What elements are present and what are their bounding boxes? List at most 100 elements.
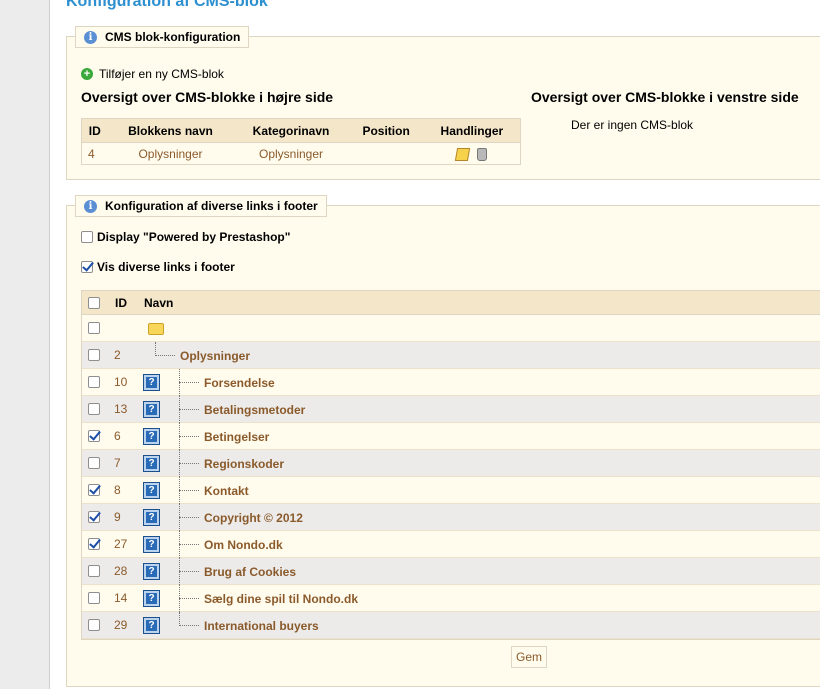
cms-page-icon: ? — [143, 428, 160, 445]
page-checkbox[interactable] — [88, 430, 100, 442]
col-actions: Handlinger — [423, 118, 521, 143]
page-id: 13 — [114, 402, 128, 416]
page-checkbox[interactable] — [88, 619, 100, 631]
list-item[interactable]: 10? Forsendelse — [82, 369, 820, 396]
tree-connector — [179, 571, 199, 572]
add-icon: + — [81, 68, 93, 80]
show-links-checkbox[interactable] — [81, 261, 93, 273]
powered-by-option[interactable]: Display "Powered by Prestashop" — [81, 230, 290, 244]
tree-connector — [179, 598, 199, 599]
page-label[interactable]: Copyright © 2012 — [204, 511, 303, 525]
col-position: Position — [348, 118, 424, 143]
page-id: 29 — [114, 618, 128, 632]
page-id: 14 — [114, 591, 128, 605]
page-label[interactable]: Betingelser — [204, 430, 269, 444]
edit-icon[interactable] — [455, 147, 471, 161]
cms-block-config-panel: i CMS blok-konfiguration + Tilføjer en n… — [66, 26, 820, 180]
powered-by-label: Display "Powered by Prestashop" — [97, 230, 291, 244]
footer-config-legend-text: Konfiguration af diverse links i footer — [105, 199, 318, 213]
tree-page-rows: 10? Forsendelse 13? Betalingsmetoder 6? Betin… — [82, 369, 820, 639]
cms-config-legend: i CMS blok-konfiguration — [75, 26, 250, 48]
left-empty-message: Der er ingen CMS-blok — [571, 118, 694, 132]
cms-page-icon: ? — [143, 590, 160, 607]
root-checkbox[interactable] — [88, 322, 100, 334]
table-row[interactable]: 4 Oplysninger Oplysninger — [82, 143, 521, 165]
cms-page-icon: ? — [143, 374, 160, 391]
page-label[interactable]: Sælg dine spil til Nondo.dk — [204, 592, 358, 606]
page-checkbox[interactable] — [88, 403, 100, 415]
cms-page-icon: ? — [143, 482, 160, 499]
tree-connector — [179, 409, 199, 410]
tree-connector — [179, 436, 199, 437]
tree-connector — [179, 517, 199, 518]
page-checkbox[interactable] — [88, 376, 100, 388]
right-blocks-heading: Oversigt over CMS-blokke i højre side — [81, 89, 334, 105]
page-checkbox[interactable] — [88, 511, 100, 523]
page-id: 9 — [114, 510, 121, 524]
show-links-option[interactable]: Vis diverse links i footer — [81, 260, 235, 274]
left-blocks-heading: Oversigt over CMS-blokke i venstre side — [531, 89, 799, 105]
footer-links-panel: i Konfiguration af diverse links i foote… — [66, 195, 820, 687]
page-label[interactable]: Betalingsmetoder — [204, 403, 305, 417]
cms-tree-table: ID Navn 2 Oplysninger 10? Forsendelse 13? B… — [81, 290, 820, 640]
cms-page-icon: ? — [143, 455, 160, 472]
page-id: 10 — [114, 375, 128, 389]
save-button[interactable]: Gem — [511, 646, 547, 668]
row-category: Oplysninger — [258, 146, 324, 161]
delete-icon[interactable] — [477, 147, 488, 161]
list-item[interactable]: 6? Betingelser — [82, 423, 820, 450]
page-label[interactable]: Forsendelse — [204, 376, 275, 390]
page-label[interactable]: International buyers — [204, 619, 319, 633]
tree-connector — [155, 355, 175, 356]
list-item[interactable]: 9? Copyright © 2012 — [82, 504, 820, 531]
add-cms-block-label: Tilføjer en ny CMS-blok — [99, 67, 224, 81]
tree-col-id: ID — [115, 295, 127, 310]
category-checkbox[interactable] — [88, 349, 100, 361]
row-block-name: Oplysninger — [138, 146, 203, 161]
page-checkbox[interactable] — [88, 457, 100, 469]
tree-connector — [179, 463, 199, 464]
row-id: 4 — [88, 146, 95, 161]
add-cms-block-link[interactable]: + Tilføjer en ny CMS-blok — [81, 67, 224, 81]
list-item[interactable]: 27? Om Nondo.dk — [82, 531, 820, 558]
page-id: 8 — [114, 483, 121, 497]
left-rail — [0, 0, 50, 689]
page-checkbox[interactable] — [88, 565, 100, 577]
tree-connector — [179, 382, 199, 383]
cms-page-icon: ? — [143, 617, 160, 634]
page-label[interactable]: Brug af Cookies — [204, 565, 296, 579]
main-content: Konfiguration af CMS-blok i CMS blok-kon… — [50, 0, 820, 689]
page-checkbox[interactable] — [88, 592, 100, 604]
page-label[interactable]: Regionskoder — [204, 457, 284, 471]
tree-category-row[interactable]: 2 Oplysninger — [82, 342, 820, 369]
powered-by-checkbox[interactable] — [81, 231, 93, 243]
list-item[interactable]: 14? Sælg dine spil til Nondo.dk — [82, 585, 820, 612]
list-item[interactable]: 28? Brug af Cookies — [82, 558, 820, 585]
col-category: Kategorinavn — [233, 118, 349, 143]
tree-connector — [155, 342, 156, 356]
list-item[interactable]: 29? International buyers — [82, 612, 820, 639]
list-item[interactable]: 7? Regionskoder — [82, 450, 820, 477]
cms-config-legend-text: CMS blok-konfiguration — [105, 30, 241, 44]
page-label[interactable]: Kontakt — [204, 484, 249, 498]
info-icon: i — [84, 30, 97, 44]
select-all-checkbox[interactable] — [88, 296, 100, 309]
category-label[interactable]: Oplysninger — [180, 349, 250, 363]
right-blocks-table: ID Blokkens navn Kategorinavn Position H… — [81, 118, 521, 165]
page-checkbox[interactable] — [88, 538, 100, 550]
cms-page-icon: ? — [143, 509, 160, 526]
list-item[interactable]: 13? Betalingsmetoder — [82, 396, 820, 423]
tree-col-name: Navn — [144, 295, 174, 310]
page-label[interactable]: Om Nondo.dk — [204, 538, 283, 552]
tree-connector — [179, 612, 180, 626]
category-id: 2 — [114, 348, 121, 362]
tree-connector — [179, 490, 199, 491]
list-item[interactable]: 8? Kontakt — [82, 477, 820, 504]
page-id: 6 — [114, 429, 121, 443]
page-checkbox[interactable] — [88, 484, 100, 496]
page-id: 28 — [114, 564, 128, 578]
col-block-name: Blokkens navn — [107, 118, 234, 143]
info-icon: i — [84, 199, 97, 213]
page-id: 27 — [114, 537, 128, 551]
row-actions — [424, 143, 521, 165]
